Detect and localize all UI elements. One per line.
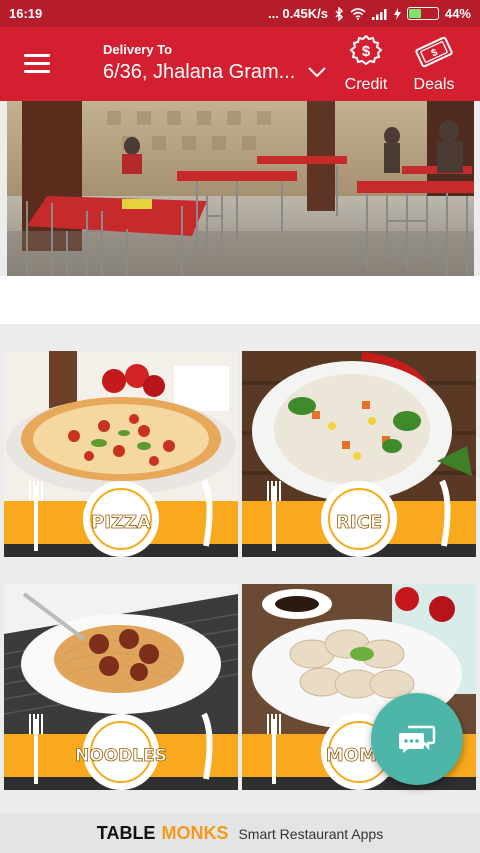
status-time: 16:19 <box>9 6 43 21</box>
network-speed: ... 0.45K/s <box>267 6 328 21</box>
delivery-label: Delivery To <box>103 42 173 57</box>
wifi-icon <box>350 7 366 20</box>
credit-button[interactable]: $ Credit <box>343 34 389 94</box>
category-tile-pizza[interactable]: PIZZA <box>4 351 238 557</box>
category-label: PIZZA <box>91 512 151 533</box>
battery-percent: 44% <box>444 6 471 21</box>
svg-text:$: $ <box>362 43 371 60</box>
bluetooth-icon <box>335 6 344 21</box>
battery-icon <box>406 7 439 20</box>
svg-text:$: $ <box>430 47 440 60</box>
delivery-address[interactable]: 6/36, Jhalana Gram... <box>103 61 308 84</box>
footer-branding: TABLE MONKS Smart Restaurant Apps <box>0 814 480 853</box>
brand-name-part1: TABLE <box>96 823 156 843</box>
category-tile-noodles[interactable]: NOODLES <box>4 584 238 790</box>
chevron-down-icon[interactable] <box>307 65 327 79</box>
chat-bubble-icon <box>399 725 436 753</box>
signal-icon <box>371 8 387 20</box>
app-bar: Delivery To 6/36, Jhalana Gram... $ Cred… <box>0 27 480 101</box>
brand-name-part2: MONKS <box>161 823 229 843</box>
restaurant-banner-image <box>7 101 474 276</box>
status-bar: 16:19 ... 0.45K/s 44% <box>0 0 480 27</box>
credit-label: Credit <box>344 76 388 93</box>
category-tile-rice[interactable]: RICE <box>242 351 476 557</box>
deals-label: Deals <box>413 76 455 93</box>
category-label: RICE <box>336 512 382 533</box>
deals-tag-icon: $ <box>415 36 453 68</box>
brand-tagline: Smart Restaurant Apps <box>238 825 384 842</box>
chat-fab-button[interactable] <box>371 693 463 785</box>
spacer <box>0 276 480 324</box>
charging-icon <box>393 7 401 20</box>
category-label: NOODLES <box>75 746 167 766</box>
hamburger-menu-icon[interactable] <box>24 54 50 74</box>
credit-icon: $ <box>349 34 383 66</box>
deals-button[interactable]: $ Deals <box>410 35 458 94</box>
